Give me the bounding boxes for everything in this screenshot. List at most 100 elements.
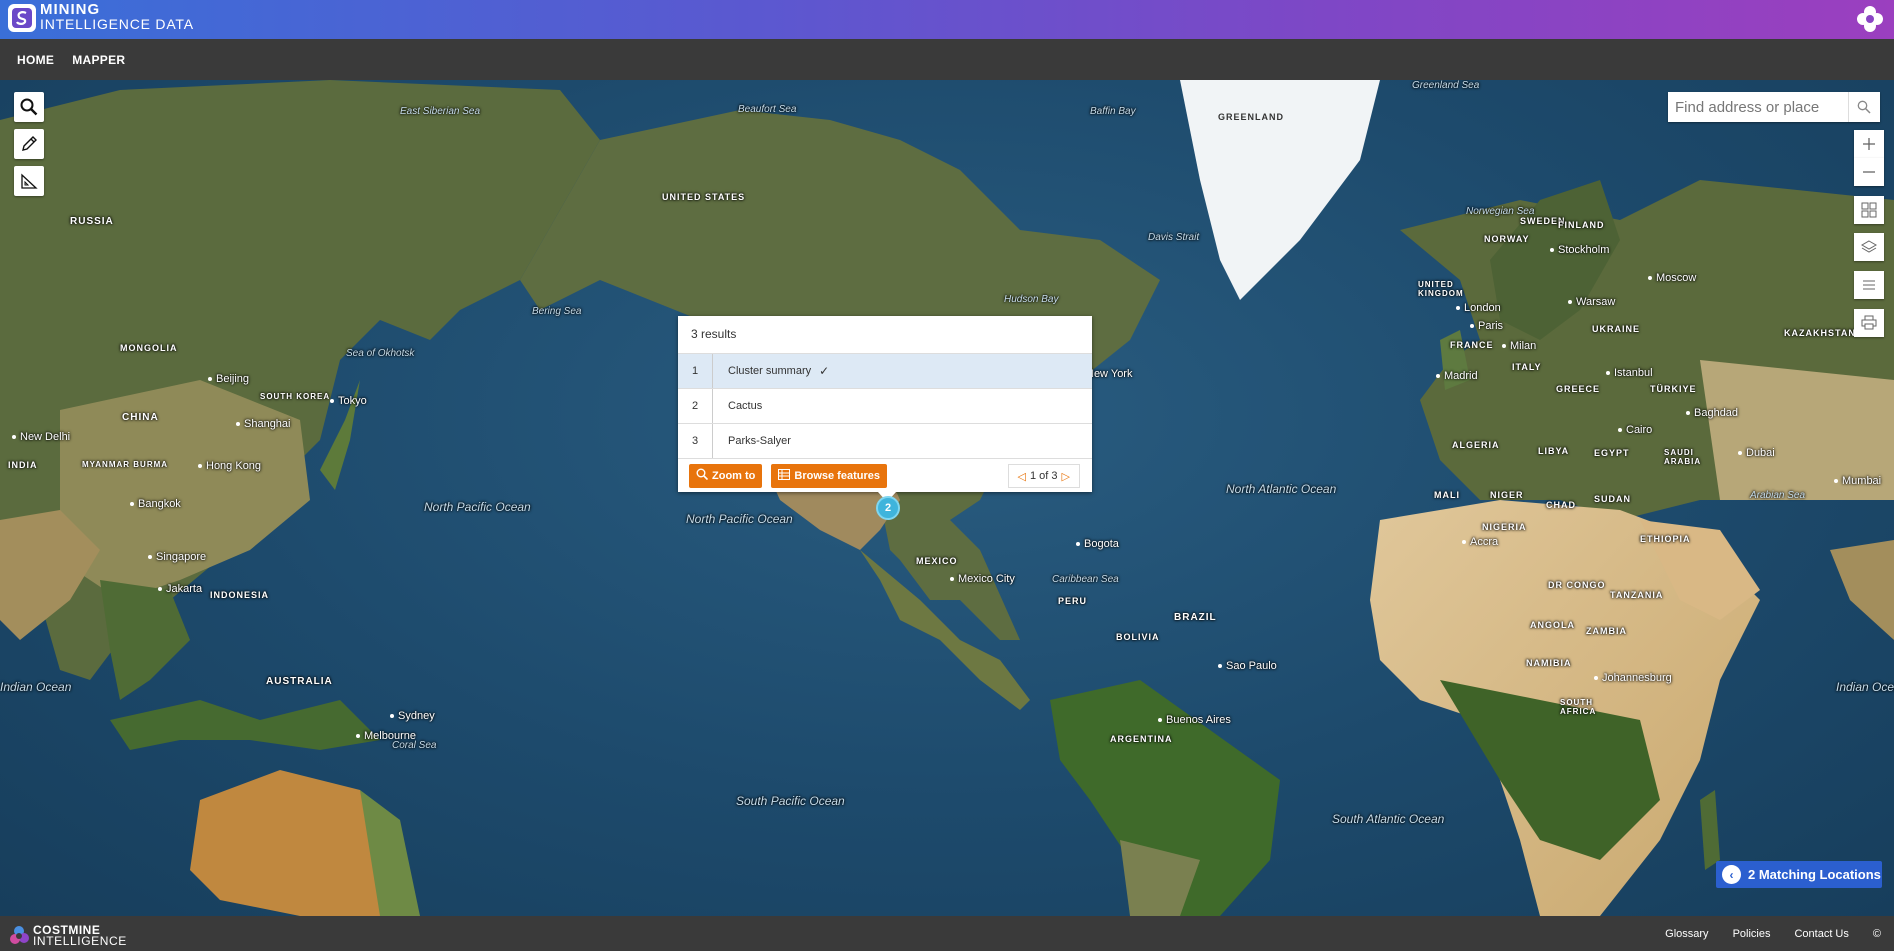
- city-cairo: Cairo: [1618, 424, 1652, 436]
- city-baghdad: Baghdad: [1686, 407, 1738, 419]
- city-milan: Milan: [1502, 340, 1536, 352]
- costmine-logo-icon: [8, 925, 30, 947]
- label-hudson-bay: Hudson Bay: [1004, 294, 1059, 305]
- nav-mapper[interactable]: MAPPER: [72, 53, 125, 67]
- footer-links: Glossary Policies Contact Us ©: [1641, 928, 1881, 940]
- city-new-delhi: New Delhi: [12, 431, 70, 443]
- search-icon: [1857, 100, 1871, 114]
- label-east-siberian-sea: East Siberian Sea: [400, 106, 481, 117]
- legend-button[interactable]: [1854, 271, 1884, 299]
- result-number: 2: [678, 389, 713, 423]
- draw-tool-button[interactable]: [14, 129, 44, 159]
- city-sydney: Sydney: [390, 710, 435, 722]
- flower-icon[interactable]: [1856, 5, 1884, 33]
- city-shanghai: Shanghai: [236, 418, 291, 430]
- matching-locations-label: 2 Matching Locations: [1748, 867, 1881, 882]
- label-france: FRANCE: [1450, 340, 1494, 350]
- label-india: INDIA: [8, 460, 38, 470]
- label-china: CHINA: [122, 412, 159, 423]
- city-bogota: Bogota: [1076, 538, 1119, 550]
- browse-features-button[interactable]: Browse features: [771, 463, 887, 488]
- brand-line-1: MINING: [40, 1, 101, 18]
- label-sea-of-okhotsk: Sea of Okhotsk: [346, 348, 415, 359]
- previous-arrow-icon[interactable]: ◁: [1014, 470, 1030, 483]
- basemap-gallery-icon: [1861, 202, 1877, 218]
- footer-link-glossary[interactable]: Glossary: [1665, 928, 1708, 940]
- layers-button[interactable]: [1854, 233, 1884, 261]
- label-saudi-arabia: SAUDI ARABIA: [1664, 448, 1702, 466]
- land-asia-west: [0, 80, 600, 680]
- label-turkiye: TÜRKIYE: [1650, 384, 1697, 394]
- search-icon: [20, 98, 38, 116]
- label-algeria: ALGERIA: [1452, 440, 1500, 450]
- cluster-marker[interactable]: 2: [876, 496, 900, 520]
- city-madrid: Madrid: [1436, 370, 1478, 382]
- measure-tool-button[interactable]: [14, 166, 44, 196]
- brand-logo-icon[interactable]: [8, 4, 36, 32]
- label-angola: ANGOLA: [1530, 620, 1575, 630]
- city-singapore: Singapore: [148, 551, 206, 563]
- zoom-out-button[interactable]: [1854, 158, 1884, 186]
- pager-text: 1 of 3: [1030, 470, 1058, 482]
- city-mexico-city: Mexico City: [950, 573, 1015, 585]
- browse-features-label: Browse features: [794, 469, 880, 482]
- label-zambia: ZAMBIA: [1586, 626, 1627, 636]
- zoom-in-button[interactable]: [1854, 130, 1884, 158]
- label-bolivia: BOLIVIA: [1116, 632, 1160, 642]
- land-china: [60, 380, 310, 600]
- search-input[interactable]: [1668, 93, 1848, 121]
- label-beaufort-sea: Beaufort Sea: [738, 104, 797, 115]
- legend-icon: [1863, 280, 1875, 290]
- label-mongolia: MONGOLIA: [120, 343, 178, 353]
- popup-pager: ◁ 1 of 3 ▷: [1007, 464, 1080, 488]
- land-india-right: [1830, 540, 1894, 640]
- world-map[interactable]: RUSSIA UNITED STATES GREENLAND MONGOLIA …: [0, 80, 1894, 916]
- label-south-korea: SOUTH KOREA: [260, 392, 331, 401]
- land-indonesia: [110, 700, 380, 750]
- label-greenland-sea: Greenland Sea: [1412, 80, 1480, 91]
- label-greece: GREECE: [1556, 384, 1601, 394]
- city-moscow: Moscow: [1648, 272, 1696, 284]
- label-egypt: EGYPT: [1594, 448, 1630, 458]
- label-south-pacific-ocean: South Pacific Ocean: [736, 794, 845, 808]
- label-mali: MALI: [1434, 490, 1460, 500]
- city-sao-paulo: Sao Paulo: [1218, 660, 1277, 672]
- print-icon: [1861, 315, 1877, 330]
- zoom-to-button[interactable]: Zoom to: [689, 463, 763, 488]
- footer-brand: COSTMINE INTELLIGENCE: [33, 924, 127, 948]
- pencil-icon: [22, 136, 37, 151]
- matching-locations-button[interactable]: ‹ 2 Matching Locations: [1716, 861, 1882, 888]
- brand-name[interactable]: MINING INTELLIGENCE DATA: [40, 2, 194, 32]
- zoom-out-icon: [1863, 171, 1875, 173]
- nav-home[interactable]: HOME: [17, 53, 54, 67]
- next-arrow-icon[interactable]: ▷: [1058, 470, 1074, 483]
- label-ukraine: UKRAINE: [1592, 324, 1641, 334]
- search-submit-button[interactable]: [1848, 92, 1878, 122]
- label-myanmar: MYANMAR BURMA: [82, 460, 169, 469]
- result-row[interactable]: 2 Cactus: [678, 388, 1092, 423]
- popup-actions: Zoom to Browse features ◁ 1 of 3 ▷: [678, 458, 1092, 492]
- city-buenos-aires: Buenos Aires: [1158, 714, 1231, 726]
- label-russia: RUSSIA: [70, 216, 114, 227]
- check-icon: ✓: [819, 364, 830, 378]
- city-paris: Paris: [1470, 320, 1503, 332]
- result-row[interactable]: 3 Parks-Salyer: [678, 423, 1092, 458]
- footer-link-contact[interactable]: Contact Us: [1794, 928, 1848, 940]
- result-row[interactable]: 1 Cluster summary ✓: [678, 353, 1092, 388]
- label-north-pacific-ocean-2: North Pacific Ocean: [686, 512, 793, 526]
- label-north-pacific-ocean-1: North Pacific Ocean: [424, 500, 531, 514]
- footer-brand-line-2: INTELLIGENCE: [33, 934, 127, 948]
- city-accra: Accra: [1462, 536, 1498, 548]
- city-dubai: Dubai: [1738, 447, 1775, 459]
- land-madagascar: [1700, 790, 1720, 870]
- city-london: London: [1456, 302, 1501, 314]
- search-tool-button[interactable]: [14, 92, 44, 122]
- result-name: Cactus: [728, 400, 763, 412]
- label-greenland: GREENLAND: [1218, 112, 1285, 122]
- city-mumbai: Mumbai: [1834, 475, 1881, 487]
- footer-link-policies[interactable]: Policies: [1733, 928, 1771, 940]
- label-niger: NIGER: [1490, 490, 1524, 500]
- basemap-gallery-button[interactable]: [1854, 196, 1884, 224]
- table-icon: [778, 468, 791, 483]
- print-button[interactable]: [1854, 309, 1884, 337]
